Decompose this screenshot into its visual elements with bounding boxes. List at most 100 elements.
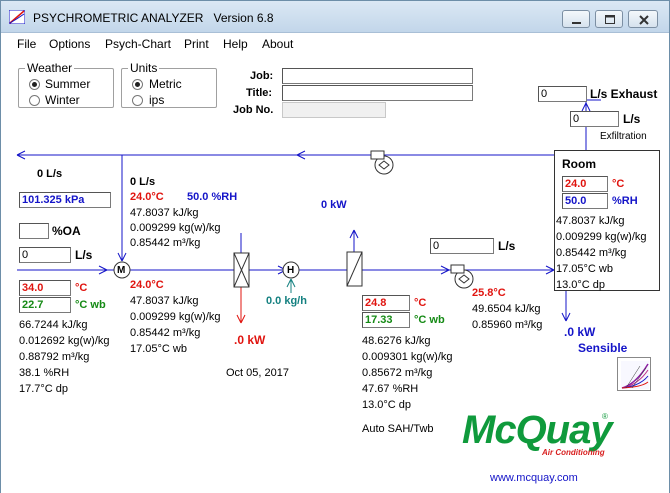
weather-summer-label[interactable]: Summer — [45, 78, 90, 91]
coil-leaving-enthalpy: 48.6276 kJ/kg — [362, 335, 431, 347]
outdoor-dewpoint: 17.7°C dp — [19, 383, 69, 395]
humidifier-label: H — [287, 265, 295, 276]
coil-leaving-wb-input[interactable]: 17.33 — [362, 312, 410, 328]
supply-fan-flow-unit: L/s — [498, 239, 516, 253]
return-air-flow: 0 L/s — [37, 168, 63, 180]
return-state-enthalpy: 47.8037 kJ/kg — [130, 207, 199, 219]
app-window: PSYCHROMETRIC ANALYZER Version 6.8 File … — [0, 0, 670, 493]
mixed-humidity-ratio: 0.009299 kg(w)/kg — [130, 311, 221, 323]
menu-bar: File Options Psych-Chart Print Help Abou… — [1, 34, 669, 54]
supply-air-db: 25.8°C — [472, 287, 506, 299]
jobno-label: Job No. — [233, 104, 274, 116]
outdoor-wb-input[interactable]: 22.7 — [19, 297, 71, 313]
outdoor-db-unit: °C — [75, 282, 88, 294]
logo-tagline: Air Conditioning — [542, 448, 605, 457]
room-humidity-ratio: 0.009299 kg(w)/kg — [556, 231, 647, 243]
mixed-enthalpy: 47.8037 kJ/kg — [130, 295, 199, 307]
pressure-value: 101.325 — [22, 194, 62, 206]
minimize-button[interactable] — [562, 10, 590, 28]
room-dewpoint: 13.0°C dp — [556, 279, 606, 291]
reheat-kw: 0 kW — [321, 199, 347, 211]
return-state-rh: 50.0 %RH — [187, 191, 238, 203]
room-rh-input[interactable]: 50.0 — [562, 193, 608, 209]
title-input[interactable] — [282, 85, 473, 101]
humidifier-rate: 0.0 kg/h — [266, 295, 307, 307]
return-state-db: 24.0°C — [130, 191, 164, 203]
oa-percent-input[interactable] — [19, 223, 49, 239]
exfiltration-unit: L/s — [623, 112, 641, 126]
oa-flow-unit: L/s — [75, 248, 93, 262]
room-wetbulb: 17.05°C wb — [556, 263, 613, 275]
reheat-coil-icon — [346, 251, 363, 287]
window-title: PSYCHROMETRIC ANALYZER Version 6.8 — [33, 11, 274, 25]
sensible-label: Sensible — [578, 341, 628, 355]
menu-print[interactable]: Print — [184, 37, 209, 51]
logo-text: McQuay — [462, 408, 613, 452]
units-ips-radio[interactable] — [132, 95, 143, 106]
mixed-db: 24.0°C — [130, 279, 164, 291]
exhaust-text: L/s Exhaust — [590, 87, 658, 101]
jobno-input[interactable] — [282, 102, 386, 118]
mixed-specific-volume: 0.85442 m³/kg — [130, 327, 201, 339]
analyzer-canvas: M H Weather Summer Winter Units Metric i… — [1, 55, 669, 493]
weather-winter-radio[interactable] — [29, 95, 40, 106]
supply-fan-flow-input[interactable]: 0 — [430, 238, 494, 254]
maximize-button[interactable] — [595, 10, 623, 28]
preheat-coil-icon — [233, 252, 250, 288]
supply-air-enthalpy: 49.6504 kJ/kg — [472, 303, 541, 315]
coil-leaving-specific-volume: 0.85672 m³/kg — [362, 367, 433, 379]
room-rh-unit: %RH — [612, 195, 638, 207]
mixer-label: M — [117, 265, 126, 276]
job-input[interactable] — [282, 68, 473, 84]
restore-icon — [605, 15, 615, 24]
close-button[interactable] — [628, 10, 658, 28]
weather-summer-radio[interactable] — [29, 79, 40, 90]
weather-winter-label[interactable]: Winter — [45, 94, 80, 107]
menu-help[interactable]: Help — [223, 37, 248, 51]
room-specific-volume: 0.85442 m³/kg — [556, 247, 627, 259]
menu-file[interactable]: File — [17, 37, 36, 51]
mixed-wetbulb: 17.05°C wb — [130, 343, 187, 355]
weather-legend: Weather — [25, 61, 75, 75]
exfiltration-flow-input[interactable]: 0 — [570, 111, 619, 127]
coil-leaving-humidity-ratio: 0.009301 kg(w)/kg — [362, 351, 453, 363]
return-state-humidity-ratio: 0.009299 kg(w)/kg — [130, 222, 221, 234]
outdoor-wb-unit: °C wb — [75, 299, 106, 311]
mcquay-link[interactable]: www.mcquay.com — [490, 472, 578, 485]
room-enthalpy: 47.8037 kJ/kg — [556, 215, 625, 227]
psych-chart-icon — [621, 361, 649, 389]
coil-leaving-db-unit: °C — [414, 297, 427, 309]
menu-about[interactable]: About — [262, 37, 293, 51]
oa-percent-label: %OA — [52, 224, 81, 238]
menu-options[interactable]: Options — [49, 37, 90, 51]
title-bar[interactable]: PSYCHROMETRIC ANALYZER Version 6.8 — [1, 1, 669, 33]
units-metric-label[interactable]: Metric — [149, 78, 182, 91]
supply-fan-icon — [450, 264, 474, 289]
logo-registered: ® — [602, 412, 608, 421]
pressure-input[interactable]: 101.325 kPa — [19, 192, 111, 208]
psych-chart-button[interactable] — [617, 357, 651, 391]
outdoor-enthalpy: 66.7244 kJ/kg — [19, 319, 88, 331]
oa-flow-input[interactable]: 0 — [19, 247, 71, 263]
menu-psych-chart[interactable]: Psych-Chart — [105, 37, 171, 51]
outdoor-humidity-ratio: 0.012692 kg(w)/kg — [19, 335, 110, 347]
outdoor-db-input[interactable]: 34.0 — [19, 280, 71, 296]
outdoor-rh: 38.1 %RH — [19, 367, 70, 379]
units-legend: Units — [128, 61, 160, 75]
job-label: Job: — [250, 70, 274, 82]
room-label: Room — [562, 157, 596, 171]
mcquay-logo: McQuay ® Air Conditioning — [462, 408, 613, 460]
units-ips-label[interactable]: ips — [149, 94, 164, 107]
close-icon — [639, 15, 649, 25]
return-state-flow: 0 L/s — [130, 176, 156, 188]
room-db-input[interactable]: 24.0 — [562, 176, 608, 192]
units-metric-radio[interactable] — [132, 79, 143, 90]
app-name: PSYCHROMETRIC ANALYZER — [33, 11, 204, 25]
preheat-kw: .0 kW — [234, 333, 266, 347]
coil-leaving-wb-unit: °C wb — [414, 314, 445, 326]
exfiltration-label: Exfiltration — [600, 131, 647, 142]
sensible-kw: .0 kW — [564, 325, 596, 339]
coil-leaving-db-input[interactable]: 24.8 — [362, 295, 410, 311]
exhaust-flow-input[interactable]: 0 — [538, 86, 587, 102]
pressure-unit: kPa — [64, 194, 85, 206]
